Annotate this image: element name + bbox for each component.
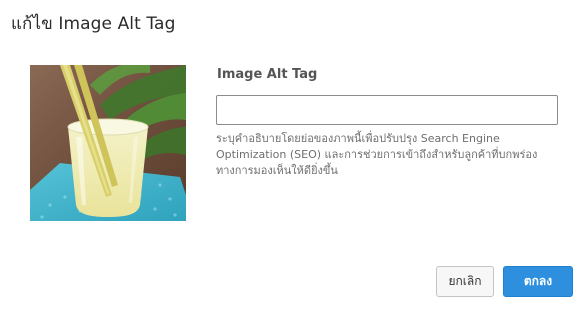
edit-alt-tag-dialog: แก้ไข Image Alt Tag Image Alt Tag ระบุคำ… [0,0,587,312]
ok-button[interactable]: ตกลง [503,266,573,297]
image-thumbnail [30,65,186,221]
alt-tag-input[interactable] [216,95,558,125]
dialog-title: แก้ไข Image Alt Tag [11,14,176,34]
alt-tag-help-text: ระบุคำอธิบายโดยย่อของภาพนี้เพื่อปรับปรุง… [216,132,538,177]
alt-tag-label: Image Alt Tag [217,67,318,82]
cancel-button[interactable]: ยกเลิก [436,266,494,297]
